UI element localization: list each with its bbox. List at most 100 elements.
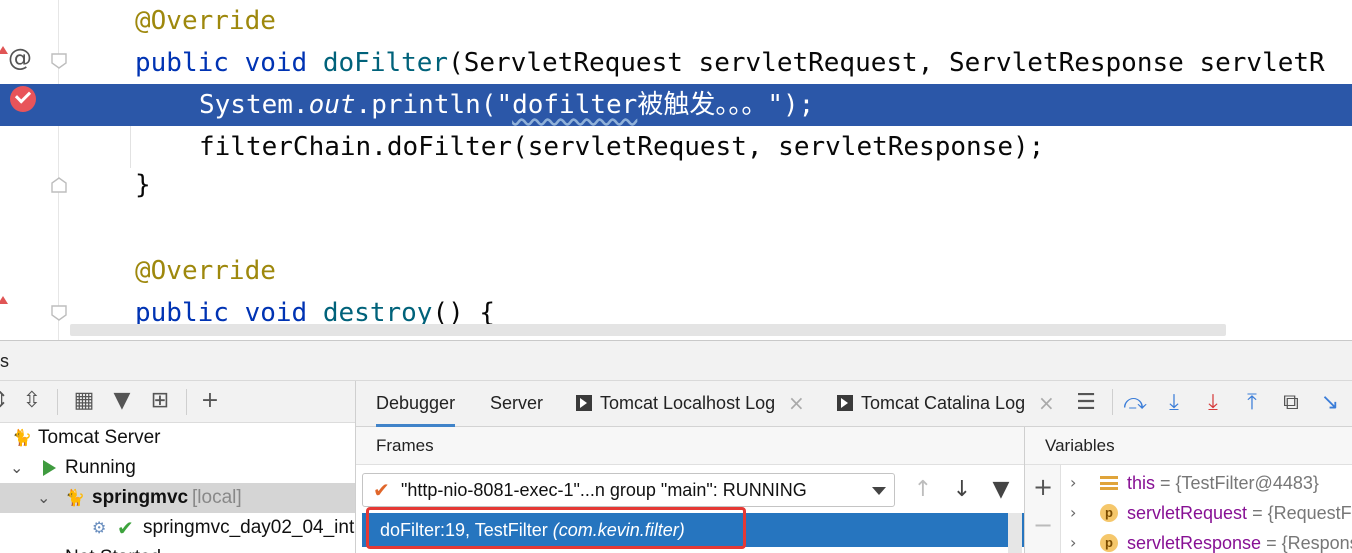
tree-item-running[interactable]: ⌄ Running [0,453,356,483]
tree-item-tag: [local] [192,487,242,508]
parameter-icon: p [1100,504,1118,522]
thread-selector-value: "http-nio-8081-exec-1"...n group "main":… [401,480,807,500]
method-signature-dofilter: public void doFilter(ServletRequest serv… [135,42,1325,84]
frames-header: Frames [356,427,1024,465]
closing-brace: } [135,170,151,200]
filterchain-call: filterChain.doFilter(servletRequest, ser… [199,132,1045,162]
method-params: (ServletRequest servletRequest, ServletR… [448,48,1325,78]
tab-tomcat-catalina-log[interactable]: Tomcat Catalina Log [837,381,1025,427]
thread-suspended-check-icon: ✔ [373,478,390,502]
toolbar-separator [186,389,187,415]
tree-item-springmvc[interactable]: ⌄ 🐈 springmvc [local] [0,483,356,513]
variable-text: servletResponse = {ResponseFacade@4485} [1127,528,1352,553]
fold-marker-icon[interactable] [50,52,68,70]
code-editor[interactable]: @Override public void doFilter(ServletRe… [0,0,1352,340]
close-icon[interactable]: × [1038,381,1055,425]
toolwindow-title: s [0,351,9,371]
filter-icon[interactable]: ▼ [108,387,136,415]
chevron-down-icon[interactable]: ⌄ [37,483,50,513]
code-out: out [308,90,356,120]
method-name: doFilter [322,48,449,78]
tab-tomcat-localhost-log[interactable]: Tomcat Localhost Log [576,381,775,427]
fold-marker-icon[interactable] [50,304,68,322]
implements-arrow-icon[interactable] [0,296,8,304]
run-to-cursor-icon[interactable]: ↘ [1316,389,1344,417]
variable-value: = {RequestFacade@4484} [1252,503,1352,523]
implements-arrow-icon[interactable] [0,46,8,54]
variable-name: servletRequest [1127,503,1248,523]
frame-up-icon[interactable]: ↑ [909,476,937,504]
filter-icon[interactable]: ▼ [987,476,1015,504]
variable-value: = {ResponseFacade@4485} [1266,533,1352,553]
frame-down-icon[interactable]: ↓ [948,476,976,504]
layout-menu-icon[interactable]: ☰ [1072,389,1100,417]
println-statement: System.out.println("dofilter被触发。。。"); [199,84,814,126]
tab-label: Tomcat Localhost Log [600,393,776,413]
remove-watch-icon[interactable]: − [1033,513,1053,537]
group-icon[interactable]: ▦ [70,387,98,415]
log-icon [576,395,592,411]
keyword-void: void [244,48,308,78]
add-service-icon[interactable]: ⊞ [146,387,174,415]
variables-header: Variables [1025,427,1352,465]
fold-end-marker-icon[interactable] [50,176,68,194]
variable-row[interactable]: › p servletResponse = {ResponseFacade@44… [1062,528,1352,553]
horizontal-scrollbar[interactable] [70,324,1226,336]
field-list-icon [1100,476,1118,490]
collapse-all-icon[interactable]: ⇳ [18,387,46,415]
step-into-icon[interactable]: ⤓ [1199,389,1227,417]
thread-selector[interactable]: ✔ "http-nio-8081-exec-1"...n group "main… [362,473,895,507]
variable-value: = {TestFilter@4483} [1155,473,1319,493]
string-rest: 被触发。。。" [637,90,783,120]
chevron-right-icon[interactable]: › [1070,528,1076,553]
variable-name: servletResponse [1127,533,1262,553]
string-typo-word: dofilter [512,90,638,120]
string-open-quote: " [496,90,513,120]
step-over-icon[interactable]: ⤓ [1160,389,1188,417]
drop-frame-icon[interactable]: ⧉ [1277,389,1305,417]
add-icon[interactable]: + [196,387,224,415]
chevron-down-icon [872,487,886,495]
frames-scrollbar[interactable] [1008,513,1022,553]
chevron-right-icon[interactable]: › [1070,468,1076,498]
tree-item-not-started[interactable]: › Not Started [0,543,356,553]
tree-item-label: Not Started [65,543,161,553]
code-line-7[interactable]: @Override [0,250,1352,292]
tab-server[interactable]: Server [490,381,543,427]
expand-all-icon[interactable]: ⇕ [0,387,14,415]
breakpoint-check-icon [14,87,32,104]
code-line-current-breakpoint[interactable]: System.out.println("dofilter被触发。。。"); [0,84,1352,126]
code-line-1[interactable]: @Override [0,0,1352,42]
tab-debugger[interactable]: Debugger [376,381,456,427]
frames-title: Frames [376,436,434,455]
close-icon[interactable]: × [788,381,805,425]
code-close: ); [782,90,815,120]
tree-item-label: Tomcat Server [38,427,161,448]
tree-item-label: springmvc_day02_04_int [143,517,355,538]
code-line-5[interactable]: } [0,164,1352,206]
annotation-override: @Override [135,6,276,36]
variables-title: Variables [1045,436,1115,455]
variable-text: this = {TestFilter@4483} [1127,468,1319,498]
services-tree[interactable]: 🐈 Tomcat Server ⌄ Running ⌄ 🐈 springmvc … [0,423,356,553]
code-println: .println( [355,90,497,120]
code-line-4[interactable]: filterChain.doFilter(servletRequest, ser… [0,126,1352,168]
log-icon [837,395,853,411]
add-watch-icon[interactable]: + [1033,475,1053,499]
step-out-icon[interactable]: ⤒ [1238,389,1266,417]
code-line-2[interactable]: public void doFilter(ServletRequest serv… [0,42,1352,84]
chevron-down-icon[interactable]: ⌄ [10,453,23,483]
variable-row[interactable]: › p servletRequest = {RequestFacade@4484… [1062,498,1352,528]
annotation-override: @Override [135,256,276,286]
override-marker-icon[interactable]: @ [8,44,32,72]
tree-item-label: springmvc [92,487,189,508]
tree-item-tomcat-server[interactable]: 🐈 Tomcat Server [0,423,356,453]
tomcat-icon: 🐈 [12,428,32,447]
breakpoint-icon[interactable] [10,86,36,112]
tab-label: Tomcat Catalina Log [861,393,1026,413]
show-execution-point-icon[interactable]: ⤼ [1121,389,1149,417]
variable-row[interactable]: › this = {TestFilter@4483} [1062,468,1352,498]
tree-item-artifact[interactable]: ⚙ ✔ springmvc_day02_04_int [0,513,356,543]
chevron-right-icon[interactable]: › [10,543,16,553]
chevron-right-icon[interactable]: › [1070,498,1076,528]
